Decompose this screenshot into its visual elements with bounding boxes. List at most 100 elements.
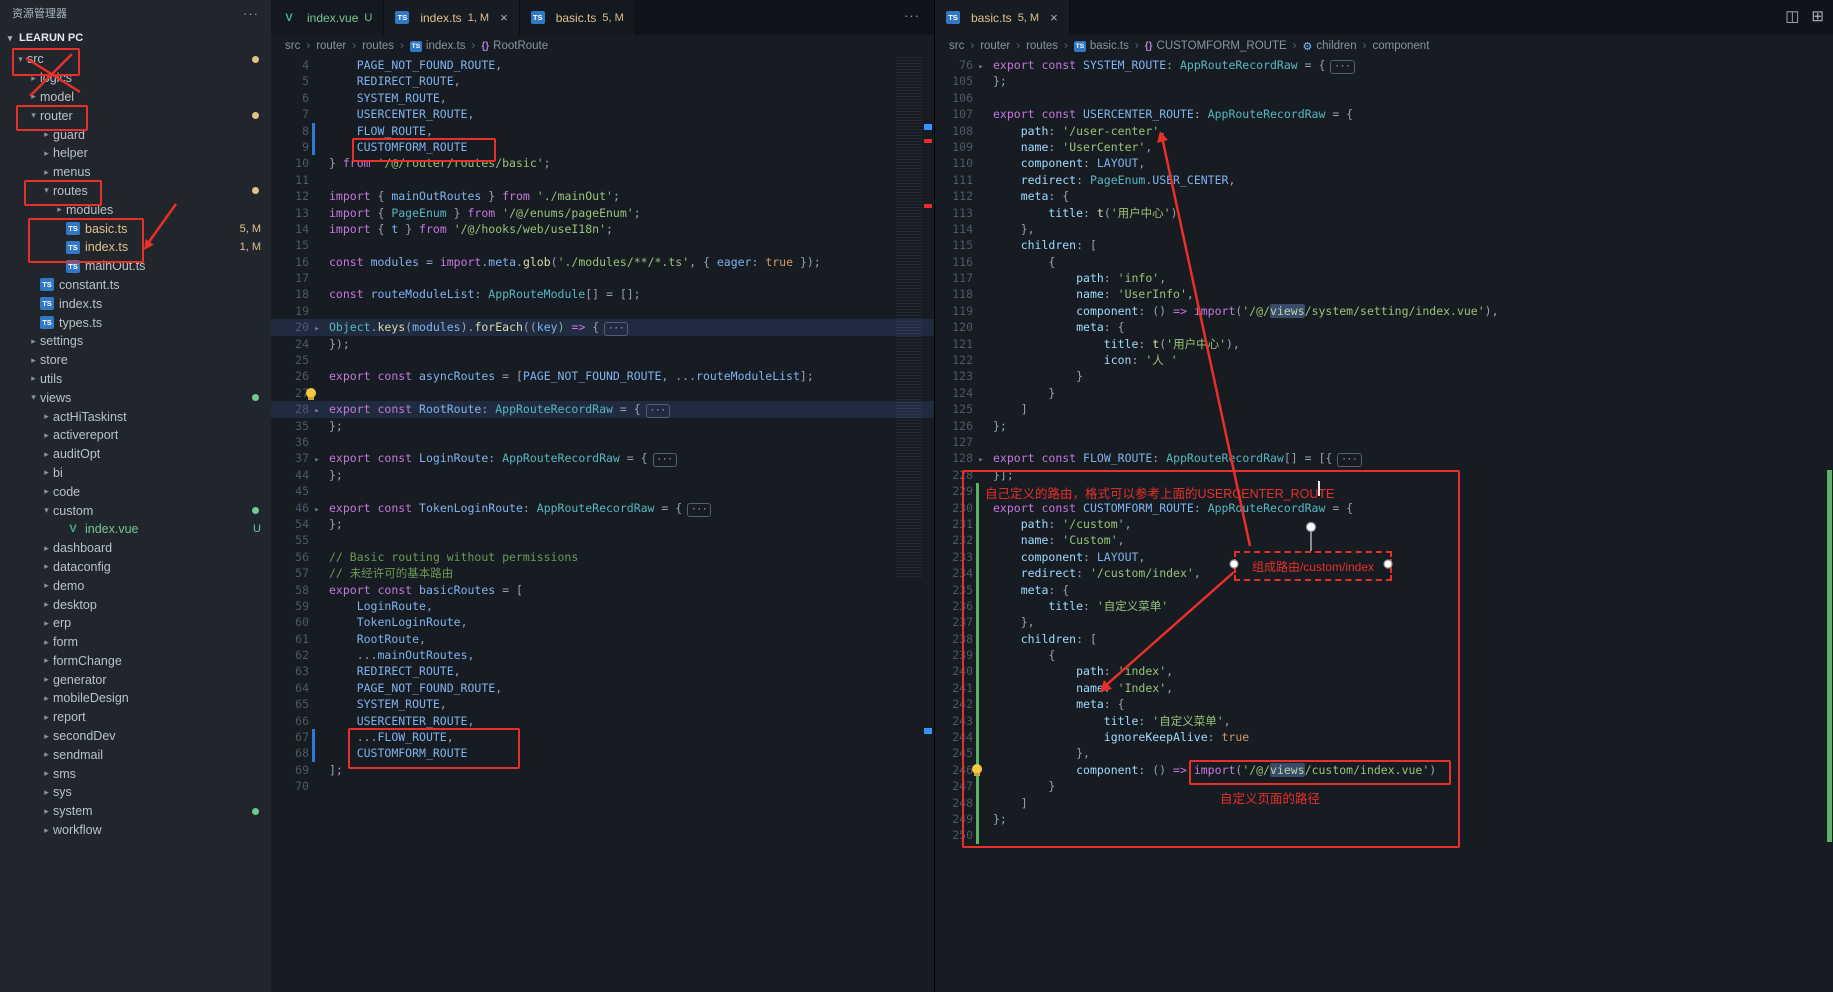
code-line[interactable]: 10} from '/@/router/routes/basic'; [271,155,934,171]
code-line[interactable]: 249}; [935,811,1833,827]
code-line[interactable]: 111 redirect: PageEnum.USER_CENTER, [935,172,1833,188]
fold-ellipsis[interactable]: ··· [646,404,670,418]
breadcrumb-item-routes[interactable]: routes [362,40,394,52]
tree-item-types-ts[interactable]: TStypes.ts [0,313,271,332]
tree-item-logics[interactable]: ▸logics [0,69,271,88]
code-line[interactable]: 237 }, [935,614,1833,630]
code-line[interactable]: 56// Basic routing without permissions [271,549,934,565]
tree-item-acthitaskinst[interactable]: ▸actHiTaskinst [0,407,271,426]
code-line[interactable]: 27 [271,385,934,401]
code-line[interactable]: 119 component: () => import('/@/views/sy… [935,303,1833,319]
code-line[interactable]: 118 name: 'UserInfo', [935,286,1833,302]
code-line[interactable]: 45 [271,483,934,499]
tree-item-sendmail[interactable]: ▸sendmail [0,745,271,764]
code-line[interactable]: 36 [271,434,934,450]
tree-item-demo[interactable]: ▸demo [0,576,271,595]
code-line[interactable]: 230export const CUSTOMFORM_ROUTE: AppRou… [935,500,1833,516]
code-line[interactable]: 64 PAGE_NOT_FOUND_ROUTE, [271,680,934,696]
code-line[interactable]: 238 children: [ [935,631,1833,647]
code-line[interactable]: 245 }, [935,745,1833,761]
code-line[interactable]: 67 ...FLOW_ROUTE, [271,729,934,745]
code-line[interactable]: 241 name: 'Index', [935,680,1833,696]
code-line[interactable]: 239 { [935,647,1833,663]
tree-item-routes[interactable]: ▾routes [0,182,271,201]
tree-item-settings[interactable]: ▸settings [0,332,271,351]
tree-item-index-vue[interactable]: Vindex.vueU [0,520,271,539]
code-line[interactable]: 68 CUSTOMFORM_ROUTE [271,745,934,761]
split-editor-icon[interactable]: ◫ [1785,7,1799,25]
fold-ellipsis[interactable]: ··· [1330,60,1354,74]
code-line[interactable]: 13import { PageEnum } from '/@/enums/pag… [271,205,934,221]
code-line[interactable]: 231 path: '/custom', [935,516,1833,532]
breadcrumb-item-router[interactable]: router [980,40,1010,52]
code-line[interactable]: 59 LoginRoute, [271,598,934,614]
code-line[interactable]: 12import { mainOutRoutes } from './mainO… [271,188,934,204]
code-line[interactable]: 110 component: LAYOUT, [935,155,1833,171]
code-line[interactable]: 235 meta: { [935,582,1833,598]
code-line[interactable]: 9 CUSTOMFORM_ROUTE [271,139,934,155]
code-line[interactable]: 122 icon: '人 ' [935,352,1833,368]
tree-item-seconddev[interactable]: ▸secondDev [0,727,271,746]
tree-item-bi[interactable]: ▸bi [0,464,271,483]
tab-basic-ts[interactable]: TSbasic.ts5, M [520,0,636,35]
code-editor[interactable]: 4 PAGE_NOT_FOUND_ROUTE,5 REDIRECT_ROUTE,… [271,57,934,992]
code-line[interactable]: 128▸export const FLOW_ROUTE: AppRouteRec… [935,450,1833,466]
workspace-root[interactable]: ▾ LEARUN PC [0,26,271,50]
lightbulb-icon[interactable] [306,388,316,398]
code-line[interactable]: 242 meta: { [935,696,1833,712]
code-line[interactable]: 236 title: '自定义菜单' [935,598,1833,614]
tree-item-system[interactable]: ▸system [0,802,271,821]
code-line[interactable]: 120 meta: { [935,319,1833,335]
code-line[interactable]: 121 title: t('用户中心'), [935,336,1833,352]
code-line[interactable]: 15 [271,237,934,253]
breadcrumb-item-component[interactable]: component [1373,40,1430,52]
code-line[interactable]: 229 [935,483,1833,499]
code-line[interactable]: 125 ] [935,401,1833,417]
code-line[interactable]: 232 name: 'Custom', [935,532,1833,548]
code-line[interactable]: 116 { [935,254,1833,270]
editor-layout-icon[interactable]: ⊞ [1811,7,1824,25]
tree-item-dashboard[interactable]: ▸dashboard [0,539,271,558]
tree-item-store[interactable]: ▸store [0,351,271,370]
code-line[interactable]: 240 path: 'index', [935,663,1833,679]
code-line[interactable]: 57// 未经许可的基本路由 [271,565,934,581]
code-line[interactable]: 60 TokenLoginRoute, [271,614,934,630]
tree-item-index-ts[interactable]: TSindex.ts1, M [0,238,271,257]
code-line[interactable]: 113 title: t('用户中心') [935,205,1833,221]
tree-item-model[interactable]: ▸model [0,88,271,107]
code-line[interactable]: 4 PAGE_NOT_FOUND_ROUTE, [271,57,934,73]
tree-item-menus[interactable]: ▸menus [0,163,271,182]
code-line[interactable]: 123 } [935,368,1833,384]
breadcrumb-item-routes[interactable]: routes [1026,40,1058,52]
tree-item-guard[interactable]: ▸guard [0,125,271,144]
code-line[interactable]: 61 RootRoute, [271,631,934,647]
tree-item-constant-ts[interactable]: TSconstant.ts [0,276,271,295]
tree-item-mobiledesign[interactable]: ▸mobileDesign [0,689,271,708]
code-line[interactable]: 65 SYSTEM_ROUTE, [271,696,934,712]
code-line[interactable]: 243 title: '自定义菜单', [935,713,1833,729]
fold-ellipsis[interactable]: ··· [1337,453,1361,467]
tree-item-code[interactable]: ▸code [0,482,271,501]
tree-item-formchange[interactable]: ▸formChange [0,652,271,671]
breadcrumb-item-children[interactable]: ⚙children [1303,40,1357,53]
breadcrumb-item-src[interactable]: src [285,40,300,52]
tree-item-helper[interactable]: ▸helper [0,144,271,163]
code-line[interactable]: 126}; [935,418,1833,434]
tree-item-src[interactable]: ▾src [0,50,271,69]
tree-item-dataconfig[interactable]: ▸dataconfig [0,558,271,577]
code-line[interactable]: 24}); [271,336,934,352]
code-line[interactable]: 250 [935,827,1833,843]
code-line[interactable]: 28▸export const RootRoute: AppRouteRecor… [271,401,934,417]
code-line[interactable]: 233 component: LAYOUT, [935,549,1833,565]
tree-item-workflow[interactable]: ▸workflow [0,821,271,840]
tree-item-generator[interactable]: ▸generator [0,670,271,689]
tree-item-utils[interactable]: ▸utils [0,370,271,389]
code-line[interactable]: 62 ...mainOutRoutes, [271,647,934,663]
code-line[interactable]: 124 } [935,385,1833,401]
code-line[interactable]: 54}; [271,516,934,532]
code-line[interactable]: 106 [935,90,1833,106]
tree-item-auditopt[interactable]: ▸auditOpt [0,445,271,464]
code-line[interactable]: 247 } [935,778,1833,794]
lightbulb-icon[interactable] [972,764,982,774]
code-line[interactable]: 18const routeModuleList: AppRouteModule[… [271,286,934,302]
